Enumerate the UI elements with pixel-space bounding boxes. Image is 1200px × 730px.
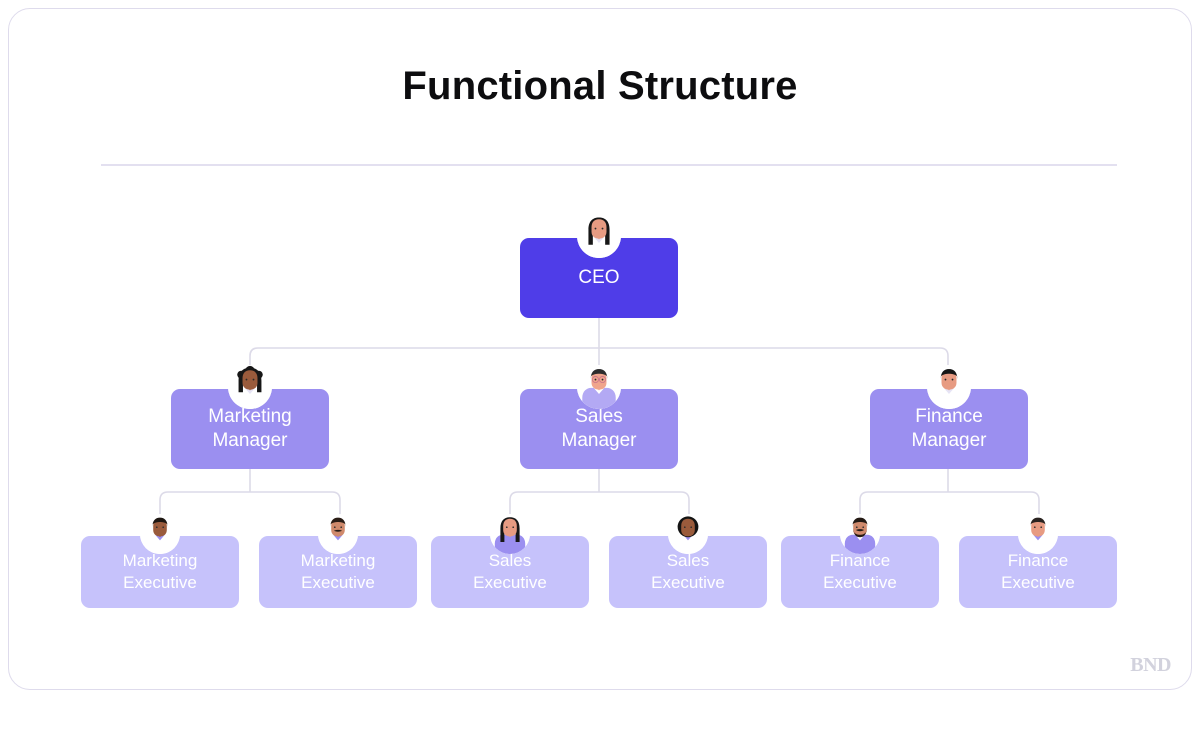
avatar-sales-executive-1 [490, 514, 530, 554]
org-node-label: CEO [578, 266, 620, 288]
avatar-finance-manager [927, 365, 971, 409]
avatar-sales-manager [577, 365, 621, 409]
org-node-label: Sales Executive [473, 551, 547, 592]
avatar-marketing-executive-1 [140, 514, 180, 554]
org-node-label: Sales Manager [561, 405, 637, 451]
title-divider [101, 164, 1117, 166]
avatar-marketing-executive-2 [318, 514, 358, 554]
avatar-sales-executive-2 [668, 514, 708, 554]
org-node-label: Marketing Executive [300, 551, 376, 592]
org-node-label: Finance Executive [1001, 551, 1075, 592]
page-title: Functional Structure [402, 64, 798, 108]
avatar-marketing-manager [228, 365, 272, 409]
avatar-finance-executive-1 [840, 514, 880, 554]
org-node-label: Finance Manager [911, 405, 987, 451]
org-node-label: Marketing Manager [208, 405, 292, 451]
org-node-label: Finance Executive [823, 551, 897, 592]
bnd-watermark-logo: BND [1130, 654, 1171, 676]
org-node-label: Sales Executive [651, 551, 725, 592]
org-node-label: Marketing Executive [122, 551, 198, 592]
avatar-finance-executive-2 [1018, 514, 1058, 554]
avatar-ceo [577, 214, 621, 258]
